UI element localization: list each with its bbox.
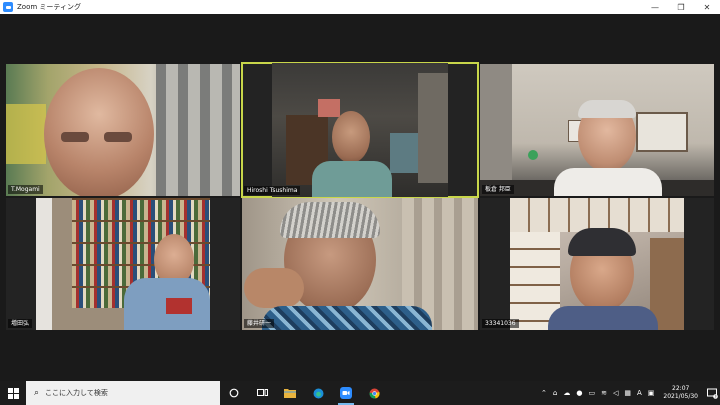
wifi-icon[interactable]: ≋ [601,389,607,397]
network-icon[interactable]: ⌂ [553,389,557,397]
keyboard-layout-icon[interactable]: ▦ [624,389,631,397]
window-controls: — ❐ ✕ [642,0,720,14]
video-tile-1[interactable]: T.Mogami [6,64,240,196]
title-bar: Zoom ミーティング — ❐ ✕ [0,0,720,14]
windows-logo-icon [7,387,19,399]
windows-taskbar: ⌕ ここに入力して検索 ⌃ ⌂ ☁ ● ▭ ≋ ◁ ▦ A ▣ 22:07 20… [0,381,720,405]
volume-icon[interactable]: ◁ [613,389,618,397]
ime-pad-icon[interactable]: ▣ [648,389,655,397]
maximize-button[interactable]: ❐ [668,0,694,14]
minimize-button[interactable]: — [642,0,668,14]
notification-center-icon[interactable]: 3 [704,381,720,405]
start-button[interactable] [0,381,26,405]
file-explorer-icon[interactable] [276,381,304,405]
video-tile-5[interactable]: 藤井研一 [242,198,478,330]
video-feed [242,198,478,330]
search-placeholder: ここに入力して検索 [45,389,108,397]
ime-mode-indicator[interactable]: A [637,389,642,397]
zoom-meeting-window: Zoom ミーティング — ❐ ✕ T.Mogami Hiroshi Tsush… [0,0,720,405]
video-tile-4[interactable]: 増田弘 [6,198,240,330]
battery-icon[interactable]: ▭ [588,389,595,397]
microphone-icon[interactable]: ● [576,389,582,397]
notification-count: 3 [714,394,716,398]
participant-name: 増田弘 [8,319,33,328]
zoom-logo-icon [3,2,13,12]
taskbar-search-box[interactable]: ⌕ ここに入力して検索 [26,381,220,405]
clock-date: 2021/05/30 [663,393,698,400]
video-tile-2[interactable]: Hiroshi Tsushima [241,62,479,198]
video-feed [480,64,714,196]
search-icon: ⌕ [34,388,40,398]
close-button[interactable]: ✕ [694,0,720,14]
cloud-icon[interactable]: ☁ [563,389,570,397]
video-tile-3[interactable]: 板倉 邦臣 [480,64,714,196]
task-view-icon[interactable] [248,381,276,405]
show-hidden-icons-chevron-icon[interactable]: ⌃ [541,389,547,397]
video-tile-6[interactable]: 33341036 [480,198,714,330]
participant-name: 板倉 邦臣 [482,185,514,194]
window-title: Zoom ミーティング [17,3,81,11]
participant-name: T.Mogami [8,185,43,194]
video-feed [510,198,684,330]
participant-name: 藤井研一 [244,319,275,328]
video-feed [272,63,448,197]
cortana-icon[interactable] [220,381,248,405]
participant-name: 33341036 [482,319,519,328]
participant-name: Hiroshi Tsushima [244,186,301,195]
clock-time: 22:07 [672,385,690,392]
edge-icon[interactable] [304,381,332,405]
taskbar-clock[interactable]: 22:07 2021/05/30 [663,385,698,401]
video-feed [36,198,210,330]
chrome-icon[interactable] [360,381,388,405]
zoom-app-icon[interactable] [332,381,360,405]
video-feed [6,64,240,196]
system-tray: ⌃ ⌂ ☁ ● ▭ ≋ ◁ ▦ A ▣ 22:07 2021/05/30 3 [538,381,720,405]
